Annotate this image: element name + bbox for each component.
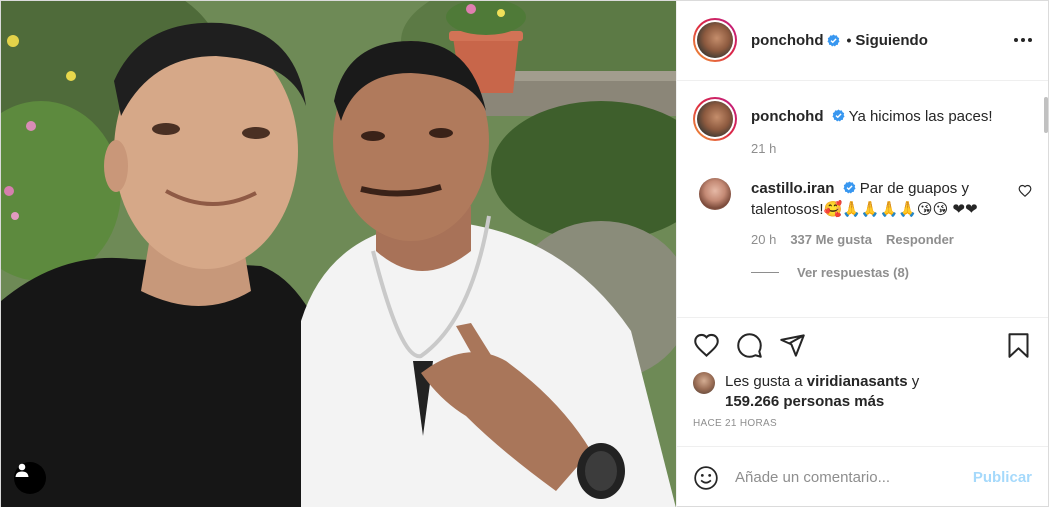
share-button[interactable]: [779, 332, 806, 359]
more-options-icon[interactable]: [1014, 38, 1032, 43]
comments-section[interactable]: ponchohd Ya hicimos las paces! 21 h cast…: [677, 81, 1048, 318]
comment-like-icon[interactable]: [1018, 184, 1032, 198]
share-icon: [780, 334, 805, 357]
photo-illustration: [1, 1, 676, 507]
save-button[interactable]: [1005, 332, 1032, 359]
user-tag-icon: [15, 463, 29, 477]
view-replies-label: Ver respuestas (8): [797, 264, 910, 280]
caption-author-avatar[interactable]: [693, 96, 737, 141]
caption-age: 21 h: [751, 140, 777, 156]
caption-author[interactable]: ponchohd: [751, 108, 823, 125]
verified-icon: [832, 109, 845, 122]
liker-avatar[interactable]: [693, 372, 715, 395]
verified-icon: [843, 181, 856, 194]
likes-joiner: y: [911, 373, 920, 391]
likes-count[interactable]: 159.266 personas más: [725, 393, 884, 410]
user-tag-button[interactable]: [14, 462, 46, 494]
liker-username[interactable]: viridianasants: [807, 373, 908, 390]
reply-button[interactable]: Responder: [886, 232, 954, 247]
post-header: ponchohd • Siguiendo: [677, 1, 1048, 81]
view-replies-button[interactable]: Ver respuestas (8): [751, 265, 1032, 280]
verified-icon: [827, 34, 841, 47]
separator-dot: •: [846, 32, 852, 49]
like-button[interactable]: [693, 332, 720, 359]
caption-text: Ya hicimos las paces!: [848, 107, 993, 125]
commenter-avatar[interactable]: [699, 177, 731, 210]
add-comment-bar: Publicar: [677, 446, 1048, 507]
comment-age: 20 h: [751, 231, 777, 247]
heart-icon: [694, 333, 719, 357]
post-timestamp[interactable]: HACE 21 HORAS: [677, 412, 1048, 446]
post-photo[interactable]: [1, 1, 676, 507]
following-button[interactable]: Siguiendo: [855, 32, 928, 49]
comment-item: castillo.iran Par de guapos y talentosos…: [693, 177, 1032, 247]
author-username[interactable]: ponchohd: [751, 32, 823, 49]
caption: ponchohd Ya hicimos las paces! 21 h: [693, 96, 1032, 156]
commenter-username[interactable]: castillo.iran: [751, 180, 834, 197]
post-dialog: ponchohd • Siguiendo ponchohd Ya hicimos…: [0, 0, 1049, 507]
author-avatar[interactable]: [693, 18, 737, 63]
post-side-panel: ponchohd • Siguiendo ponchohd Ya hicimos…: [676, 1, 1048, 507]
emoji-icon[interactable]: [693, 465, 719, 491]
comment-input[interactable]: [735, 469, 973, 487]
comment-icon: [737, 333, 762, 358]
bookmark-icon: [1008, 333, 1029, 358]
likes-summary: Les gusta a viridianasants y 159.266 per…: [677, 372, 1048, 412]
action-bar: [677, 317, 1048, 372]
comments-scrollbar[interactable]: [1044, 96, 1048, 133]
publish-button[interactable]: Publicar: [973, 469, 1032, 486]
likes-prefix: Les gusta a: [725, 373, 803, 391]
comment-likes[interactable]: 337 Me gusta: [790, 232, 872, 247]
comment-button[interactable]: [736, 332, 763, 359]
